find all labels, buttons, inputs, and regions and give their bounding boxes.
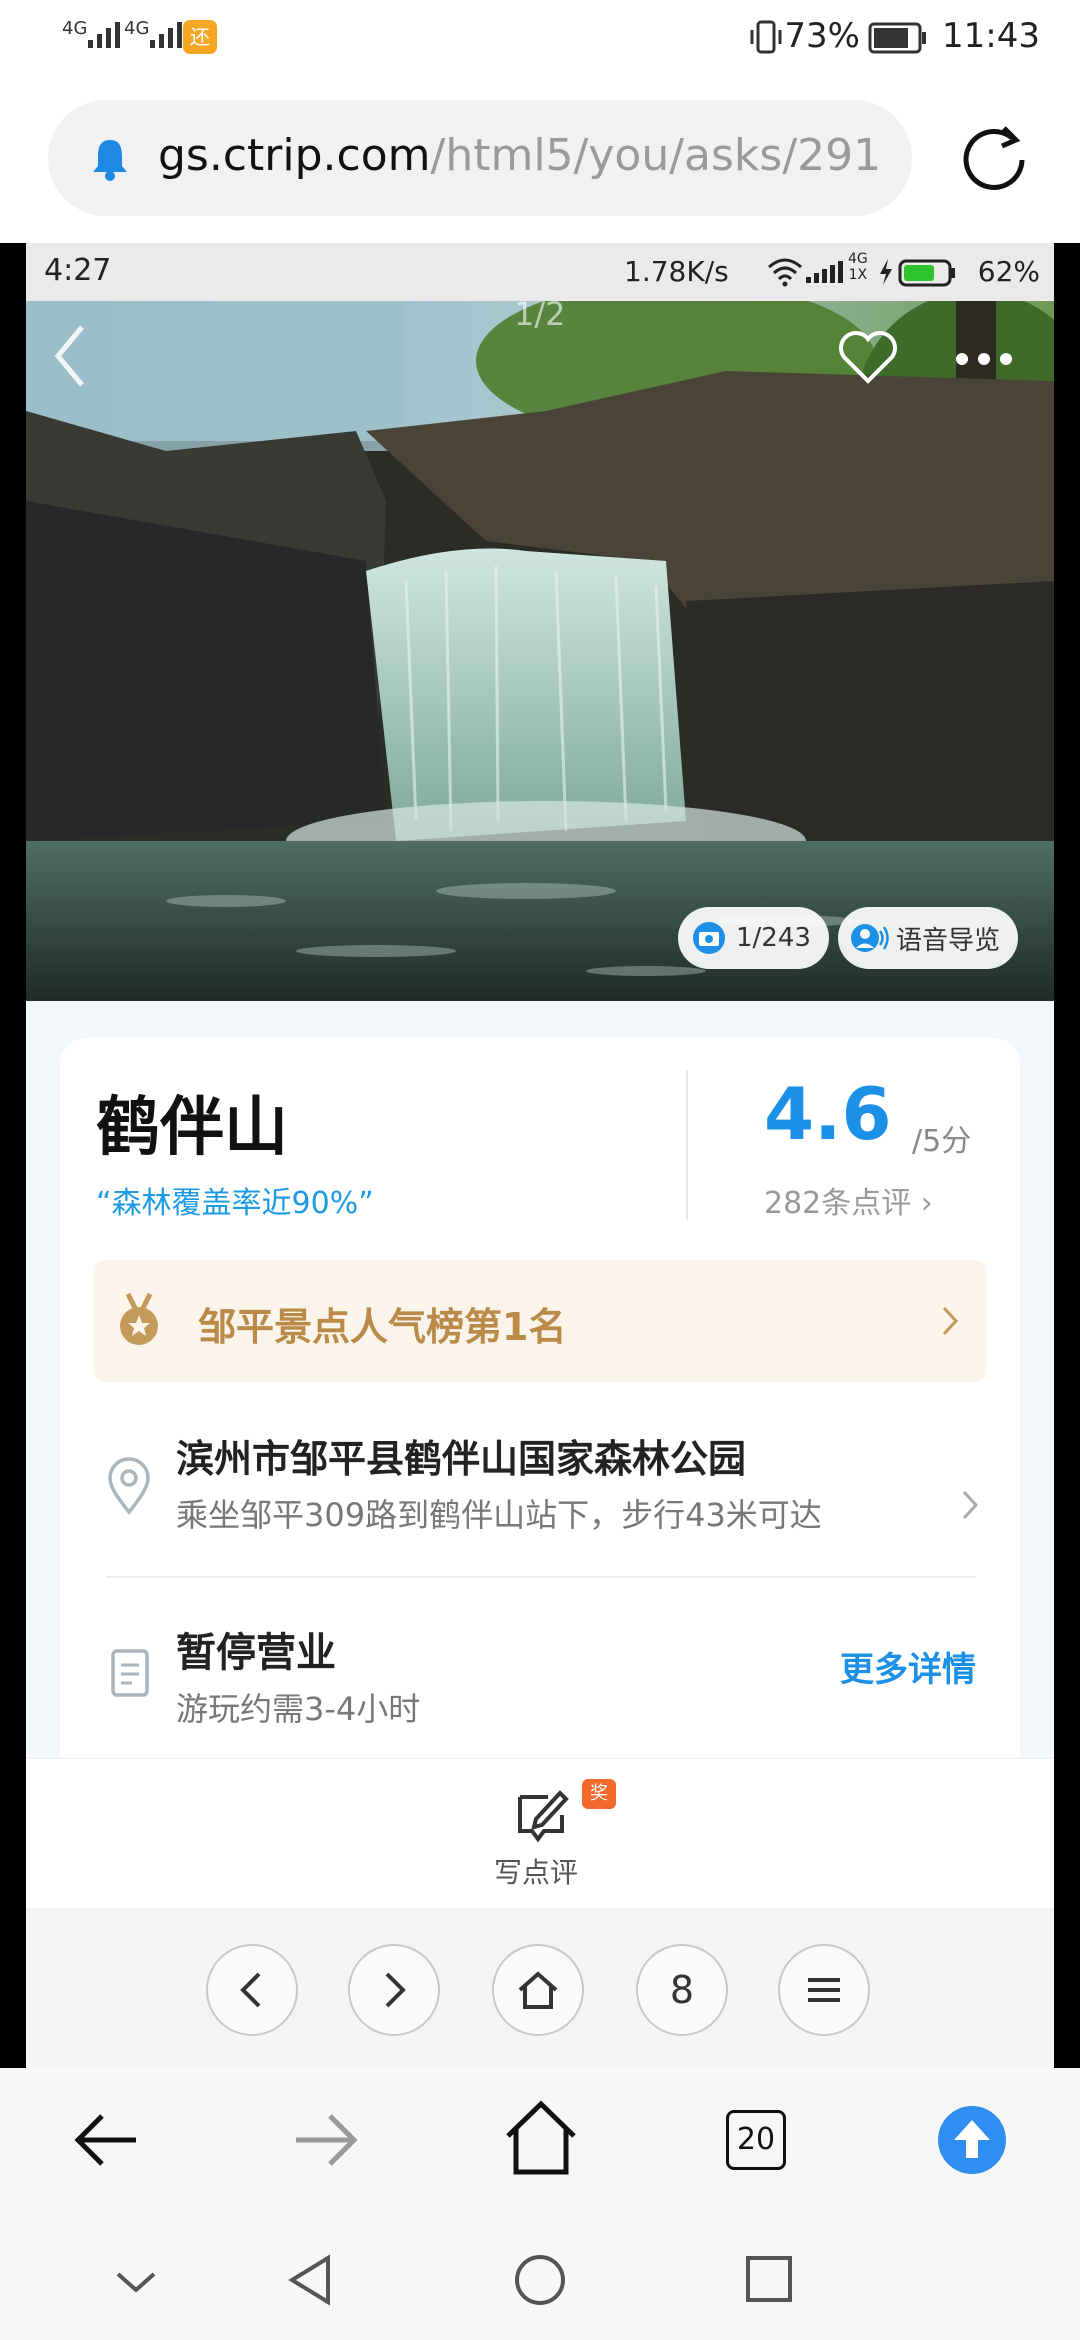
inner-net-top: 4G bbox=[848, 251, 868, 267]
embedded-screenshot: 4:27 1.78K/s 4G 1X 62% 1/2 1/243 语音导览 鹤伴… bbox=[0, 243, 1080, 2068]
photo-count-pill[interactable]: 1/243 bbox=[678, 907, 829, 969]
inner-battery-percent: 62% bbox=[977, 255, 1040, 288]
rating-unit: /5分 bbox=[912, 1124, 972, 1159]
write-review-icon bbox=[518, 1790, 569, 1843]
visit-duration: 游玩约需3-4小时 bbox=[176, 1690, 421, 1728]
battery-percent: 73% bbox=[784, 16, 860, 56]
waterfall-photo bbox=[26, 301, 1054, 1001]
address-bar[interactable]: gs.ctrip.com/html5/you/asks/291 bbox=[48, 100, 912, 216]
clock: 11:43 bbox=[942, 16, 1040, 56]
more-options-icon[interactable] bbox=[956, 353, 1012, 365]
inner-net-bottom: 1X bbox=[848, 267, 868, 283]
url-text[interactable]: gs.ctrip.com/html5/you/asks/291 bbox=[158, 130, 898, 181]
inner-home-button[interactable] bbox=[492, 1944, 584, 2036]
write-review-bar[interactable]: 奖 写点评 bbox=[26, 1758, 1054, 1908]
divider bbox=[686, 1070, 688, 1220]
upload-icon[interactable] bbox=[936, 2104, 1008, 2176]
reward-badge: 奖 bbox=[582, 1779, 616, 1809]
tab-count-button[interactable]: 20 bbox=[726, 2110, 786, 2170]
review-count-link[interactable]: 282条点评 › bbox=[764, 1178, 933, 1222]
inner-forward-button[interactable] bbox=[348, 1944, 440, 2036]
audio-guide-icon bbox=[851, 924, 889, 952]
vibrate-icon bbox=[750, 20, 782, 54]
signal-icon-1 bbox=[88, 20, 120, 48]
chevron-right-icon bbox=[942, 1306, 959, 1336]
hero-photo[interactable]: 1/2 1/243 语音导览 bbox=[26, 301, 1054, 1001]
divider bbox=[106, 1576, 976, 1578]
attraction-name: 鹤伴山 bbox=[96, 1091, 288, 1165]
location-pin-icon bbox=[108, 1457, 150, 1515]
attraction-slogan: “森林覆盖率近90%” bbox=[96, 1186, 374, 1221]
back-icon[interactable] bbox=[48, 321, 88, 391]
reload-icon[interactable] bbox=[952, 118, 1036, 202]
chevron-right-icon bbox=[385, 1972, 406, 2008]
app-notification-icon: 还 bbox=[183, 20, 217, 54]
opening-status: 暂停营业 bbox=[176, 1630, 336, 1676]
inner-tabs-button[interactable]: 8 bbox=[636, 1944, 728, 2036]
attraction-info-card: 鹤伴山 “森林覆盖率近90%” 4.6 /5分 282条点评 › 邹平景点人气榜… bbox=[60, 1038, 1020, 1778]
system-navigation-bar bbox=[0, 2218, 1080, 2340]
audio-guide-pill[interactable]: 语音导览 bbox=[838, 907, 1019, 969]
notification-bell-icon[interactable] bbox=[88, 134, 132, 182]
wifi-icon bbox=[768, 258, 802, 287]
network-label-2: 4G bbox=[124, 18, 150, 39]
inner-net-type: 4G 1X bbox=[848, 251, 868, 283]
nav-recents-icon[interactable] bbox=[744, 2254, 794, 2304]
nav-back-icon[interactable] bbox=[284, 2252, 334, 2308]
inner-page: 4:27 1.78K/s 4G 1X 62% 1/2 1/243 语音导览 鹤伴… bbox=[26, 243, 1054, 2068]
write-review-label: 写点评 bbox=[494, 1856, 579, 1889]
ranking-text: 邹平景点人气榜第1名 bbox=[198, 1305, 567, 1349]
page-indicator: 1/2 bbox=[514, 301, 566, 333]
inner-menu-button[interactable] bbox=[778, 1944, 870, 2036]
photo-count: 1/243 bbox=[736, 923, 811, 953]
camera-icon bbox=[693, 922, 725, 954]
network-label-1: 4G bbox=[62, 18, 88, 39]
status-bar: 4G 4G 还 73% 11:43 bbox=[0, 0, 1080, 80]
inner-signal-icon bbox=[806, 259, 843, 283]
favorite-icon[interactable] bbox=[836, 327, 900, 387]
charging-icon bbox=[880, 259, 892, 285]
battery-icon bbox=[868, 22, 926, 54]
more-details-link[interactable]: 更多详情 bbox=[840, 1642, 976, 1691]
chevron-down-icon[interactable] bbox=[112, 2266, 160, 2296]
url-domain: gs.ctrip.com bbox=[158, 130, 431, 181]
url-path: /html5/you/asks/291 bbox=[430, 130, 882, 181]
document-icon bbox=[111, 1649, 149, 1697]
chevron-right-icon bbox=[962, 1490, 979, 1520]
signal-icon-2 bbox=[150, 20, 182, 48]
audio-guide-label: 语音导览 bbox=[896, 925, 1001, 956]
inner-status-bar: 4:27 1.78K/s 4G 1X 62% bbox=[26, 243, 1054, 301]
chevron-left-icon bbox=[240, 1972, 261, 2008]
inner-net-speed: 1.78K/s bbox=[624, 255, 729, 288]
inner-back-button[interactable] bbox=[206, 1944, 298, 2036]
home-icon bbox=[518, 1971, 558, 2009]
inner-browser-nav: 8 bbox=[26, 1908, 1054, 2068]
address-title: 滨州市邹平县鹤伴山国家森林公园 bbox=[176, 1437, 747, 1481]
ranking-banner[interactable]: 邹平景点人气榜第1名 bbox=[94, 1260, 986, 1382]
medal-icon bbox=[120, 1292, 158, 1345]
back-arrow-icon[interactable] bbox=[72, 2108, 142, 2172]
forward-arrow-icon[interactable] bbox=[290, 2108, 360, 2172]
inner-clock: 4:27 bbox=[44, 253, 112, 288]
nav-home-icon[interactable] bbox=[512, 2252, 568, 2308]
browser-toolbar: 20 bbox=[0, 2068, 1080, 2218]
home-icon[interactable] bbox=[504, 2098, 578, 2178]
menu-icon bbox=[808, 1978, 840, 2002]
address-directions: 乘坐邹平309路到鹤伴山站下，步行43米可达 bbox=[176, 1496, 822, 1534]
inner-battery-icon bbox=[898, 259, 955, 287]
rating-score: 4.6 bbox=[764, 1072, 892, 1156]
